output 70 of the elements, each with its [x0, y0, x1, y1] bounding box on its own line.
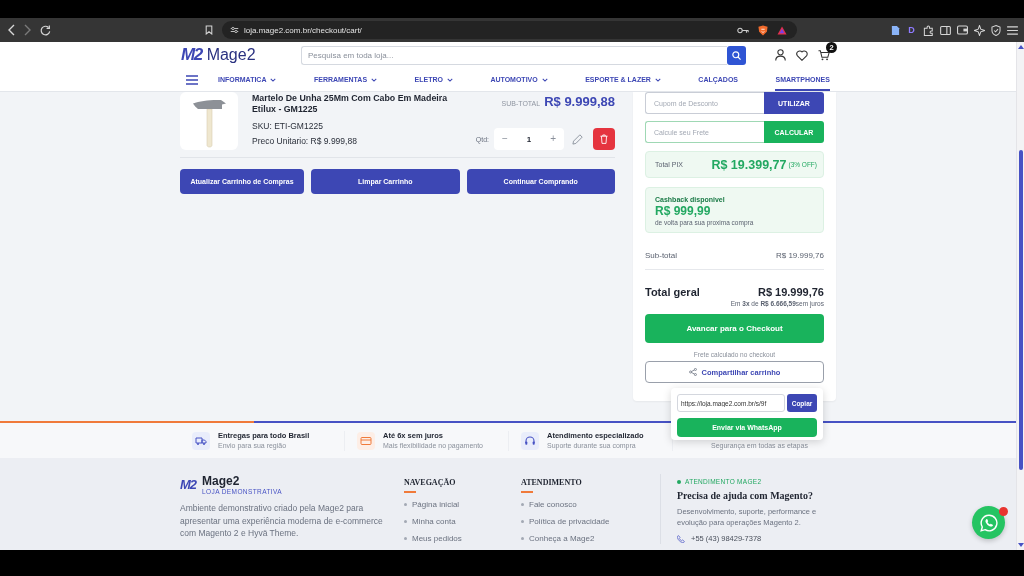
footer-link[interactable]: Página inicial [412, 499, 460, 510]
forward-icon[interactable] [24, 24, 31, 36]
document-icon[interactable] [891, 24, 900, 36]
bookmark-icon[interactable] [205, 25, 213, 35]
share-icon [688, 368, 697, 376]
bullet-icon [521, 537, 524, 540]
decrease-button[interactable]: − [500, 133, 510, 145]
sparkle-icon[interactable] [974, 24, 985, 36]
credit-card-icon [357, 432, 375, 450]
headset-icon [521, 432, 539, 450]
url-text[interactable]: loja.mage2.com.br/checkout/cart/ [244, 25, 362, 35]
logo-mark[interactable]: M2 [180, 477, 197, 493]
user-icon[interactable] [775, 49, 786, 61]
back-icon[interactable] [8, 24, 15, 36]
shield-outline-icon[interactable] [991, 24, 1001, 36]
footer-link[interactable]: Minha conta [412, 516, 456, 527]
footer-link[interactable]: Conheça a Mage2 [529, 533, 595, 544]
brand-description: Ambiente demonstrativo criado pela Mage2 para apresentar uma experiência moderna de e-commerce com Magento 2 e Hyvä Theme. [180, 502, 384, 540]
bullet-icon [521, 503, 524, 506]
address-bar[interactable]: loja.mage2.com.br/checkout/cart/ [222, 21, 797, 39]
search-button[interactable] [727, 45, 746, 65]
product-title[interactable]: Martelo De Unha 25Mm Com Cabo Em Madeira Etilux - GM1225 [252, 93, 467, 115]
search-icon [732, 50, 741, 60]
total-label: Total geral [645, 286, 700, 299]
reload-icon[interactable] [40, 24, 51, 36]
puzzle-icon[interactable] [923, 24, 934, 36]
subtotal-price: R$ 9.999,88 [544, 94, 615, 109]
site-settings-icon[interactable] [230, 26, 239, 34]
shield-icon[interactable] [758, 24, 768, 36]
menu-icon[interactable] [186, 74, 198, 85]
search-field[interactable]: Pesquisa em toda loja... [301, 45, 727, 65]
subtotal-label: Sub-total [645, 250, 678, 262]
footer-link[interactable]: Fale conosco [529, 499, 577, 510]
trash-icon [600, 134, 608, 144]
phone-icon [677, 535, 685, 543]
total-value: R$ 19.999,76 [757, 286, 824, 299]
footer-link[interactable]: Meus pedidos [412, 533, 462, 544]
product-sku: SKU: ETI-GM1225 [252, 121, 324, 131]
truck-icon [192, 432, 210, 450]
bullet-icon [404, 520, 407, 523]
scroll-up-icon[interactable] [1017, 45, 1024, 49]
logo-text[interactable]: Mage2 [206, 45, 256, 65]
brand-name: Mage2 [202, 474, 241, 488]
scrollbar[interactable] [1016, 42, 1024, 550]
wallet-icon[interactable] [957, 25, 968, 35]
notification-dot-icon [999, 507, 1008, 516]
status-dot-icon [677, 480, 681, 484]
triangle-icon[interactable] [777, 25, 787, 35]
extension-button[interactable]: D [906, 24, 917, 36]
subtotal-value: R$ 19.999,76 [775, 250, 824, 262]
scroll-down-icon[interactable] [1017, 543, 1024, 547]
pix-total: R$ 19.399,77 [711, 157, 787, 172]
support-heading: Precisa de ajuda com Magento? [677, 490, 814, 502]
cashback-amount: R$ 999,99 [655, 204, 712, 218]
delete-button[interactable] [593, 128, 615, 150]
bullet-icon [404, 503, 407, 506]
key-icon[interactable] [737, 26, 749, 34]
bullet-icon [521, 520, 524, 523]
sidebar-icon[interactable] [940, 25, 951, 35]
logo-mark[interactable]: M2 [181, 45, 202, 65]
heart-icon[interactable] [796, 49, 808, 61]
scrollbar-thumb[interactable] [1018, 150, 1023, 470]
bullet-icon [404, 537, 407, 540]
footer-heading: ATENDIMENTO [521, 478, 583, 488]
cart-icon[interactable] [818, 49, 830, 61]
footer-link[interactable]: Política de privacidade [529, 516, 610, 527]
unit-price: Preco Unitario: R$ 9.999,88 [252, 136, 358, 146]
chat-phone-icon [979, 513, 998, 532]
footer-heading: NAVEGAÇÃO [404, 478, 457, 488]
quantity-field[interactable]: 1 [521, 134, 537, 144]
